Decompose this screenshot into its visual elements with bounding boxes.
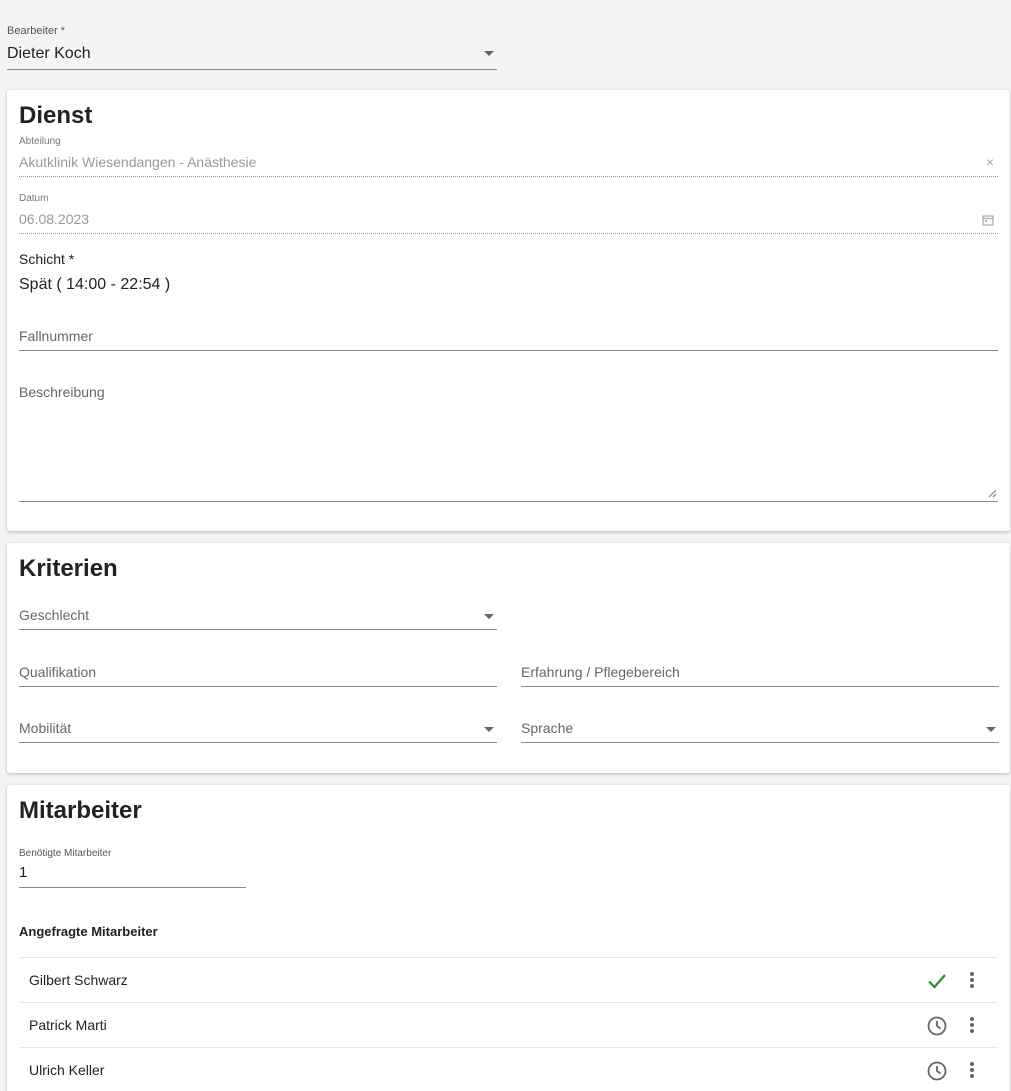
list-item[interactable]: Patrick Marti xyxy=(19,1002,998,1047)
benoetigte-label: Benötigte Mitarbeiter xyxy=(19,848,112,859)
employee-name: Patrick Marti xyxy=(29,1017,107,1033)
abteilung-value: Akutklinik Wiesendangen - Anästhesie xyxy=(19,154,257,170)
beschreibung-label: Beschreibung xyxy=(19,384,105,400)
more-vert-icon[interactable] xyxy=(964,1061,980,1081)
kriterien-card: Kriterien Geschlecht Qualifikation Erfah… xyxy=(7,543,1010,773)
bearbeiter-label: Bearbeiter * xyxy=(7,25,66,37)
mitarbeiter-card: Mitarbeiter Benötigte Mitarbeiter 1 Ange… xyxy=(7,785,1010,1091)
schicht-label: Schicht * xyxy=(19,251,75,267)
mobilitaet-label: Mobilität xyxy=(19,720,72,736)
employee-name: Gilbert Schwarz xyxy=(29,972,128,988)
check-icon xyxy=(928,974,946,989)
sprache-select[interactable]: Sprache xyxy=(521,719,999,743)
resize-handle-icon[interactable] xyxy=(988,489,997,498)
list-item[interactable]: Ulrich Keller xyxy=(19,1047,998,1091)
datum-value: 06.08.2023 xyxy=(19,211,90,227)
datum-field: Datum 06.08.2023 xyxy=(19,193,998,234)
mitarbeiter-title: Mitarbeiter xyxy=(19,797,142,824)
qualifikation-label: Qualifikation xyxy=(19,664,97,680)
benoetigte-value: 1 xyxy=(19,864,28,881)
chevron-down-icon xyxy=(484,727,494,732)
dienst-title: Dienst xyxy=(19,102,93,129)
chevron-down-icon xyxy=(484,614,494,619)
mobilitaet-select[interactable]: Mobilität xyxy=(19,719,497,743)
fallnummer-label: Fallnummer xyxy=(19,328,93,344)
chevron-down-icon xyxy=(484,51,494,56)
datum-label: Datum xyxy=(19,193,49,204)
abteilung-label: Abteilung xyxy=(19,136,61,147)
more-vert-icon[interactable] xyxy=(964,1016,980,1036)
bearbeiter-select[interactable]: Bearbeiter * Dieter Koch xyxy=(7,24,497,70)
angefragte-title: Angefragte Mitarbeiter xyxy=(19,924,158,939)
geschlecht-select[interactable]: Geschlecht xyxy=(19,606,497,630)
clear-icon: × xyxy=(985,154,994,170)
bearbeiter-value: Dieter Koch xyxy=(7,45,91,62)
chevron-down-icon xyxy=(986,727,996,732)
benoetigte-mitarbeiter-input[interactable]: Benötigte Mitarbeiter 1 xyxy=(19,848,246,888)
kriterien-title: Kriterien xyxy=(19,555,118,582)
dienst-card: Dienst Abteilung Akutklinik Wiesendangen… xyxy=(7,90,1010,531)
schicht-value[interactable]: Spät ( 14:00 - 22:54 ) xyxy=(19,276,170,294)
calendar-icon xyxy=(982,215,994,226)
abteilung-field: Abteilung Akutklinik Wiesendangen - Anäs… xyxy=(19,136,998,177)
list-item[interactable]: Gilbert Schwarz xyxy=(19,957,998,1002)
clock-icon xyxy=(927,1061,947,1081)
qualifikation-input[interactable]: Qualifikation xyxy=(19,663,497,687)
employee-name: Ulrich Keller xyxy=(29,1062,105,1078)
clock-icon xyxy=(927,1016,947,1036)
erfahrung-label: Erfahrung / Pflegebereich xyxy=(521,664,680,680)
more-vert-icon[interactable] xyxy=(964,971,980,991)
geschlecht-label: Geschlecht xyxy=(19,607,90,623)
beschreibung-textarea[interactable]: Beschreibung xyxy=(19,382,998,502)
erfahrung-input[interactable]: Erfahrung / Pflegebereich xyxy=(521,663,999,687)
sprache-label: Sprache xyxy=(521,720,574,736)
fallnummer-input[interactable]: Fallnummer xyxy=(19,326,998,351)
